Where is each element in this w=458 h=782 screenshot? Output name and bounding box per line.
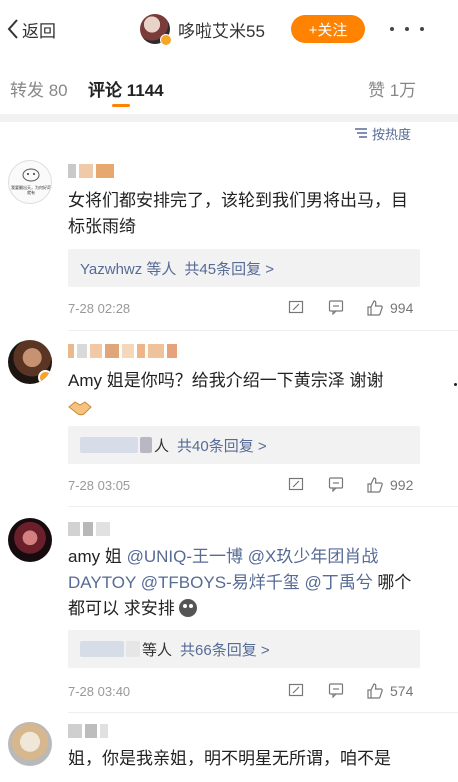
comment-text-body: Amy 姐是你吗？给我介绍一下黄宗泽 谢谢 (68, 371, 384, 390)
reply-count[interactable]: 共45条回复 > (184, 258, 274, 279)
avatar[interactable]: 我要翻出天，为何好奇就有 (8, 160, 52, 204)
reply-count[interactable]: 共40条回复 > (177, 435, 267, 456)
reply-users[interactable]: 人 (154, 435, 169, 456)
like-button[interactable]: 574 (366, 682, 413, 700)
commenter-name-blurred[interactable] (68, 520, 110, 538)
comment-time: 7-28 03:40 (68, 684, 131, 699)
more-dots-icon[interactable] (390, 18, 424, 40)
comment-meta: 7-28 02:28 994 (68, 299, 424, 319)
mention-link[interactable]: @TFBOYS-易烊千玺 (141, 573, 300, 592)
thumb-up-icon (367, 683, 383, 699)
tab-repost[interactable]: 转发 80 (10, 76, 68, 101)
tab-likes[interactable]: 赞 1万 (368, 76, 416, 101)
comment-text: amy 姐 @UNIQ-王一博 @X玖少年团肖战 DAYTOY @TFBOYS-… (68, 544, 424, 622)
mention-link[interactable]: @丁禹兮 (304, 573, 372, 592)
reply-user-blurred (80, 641, 124, 657)
comment-time: 7-28 02:28 (68, 301, 131, 316)
comment-icon[interactable] (328, 682, 344, 698)
reply-preview[interactable]: 等人 共66条回复 > (68, 630, 420, 668)
verified-badge-icon (38, 370, 52, 384)
avatar[interactable] (8, 340, 52, 384)
verified-badge-icon (160, 34, 172, 46)
surprised-emoji-icon (179, 599, 198, 617)
comment-icon[interactable] (328, 299, 344, 315)
follow-button[interactable]: +关注 (291, 15, 365, 43)
divider (68, 330, 458, 331)
section-gap (0, 114, 458, 122)
like-count: 574 (390, 683, 414, 699)
reply-preview[interactable]: 人 共40条回复 > (68, 426, 420, 464)
like-count: 994 (390, 300, 414, 316)
user-name[interactable]: 哆啦艾米55 (178, 17, 265, 42)
repost-icon[interactable] (288, 682, 304, 698)
comment-time: 7-28 03:05 (68, 478, 131, 493)
like-count: 992 (390, 477, 414, 493)
sort-icon (355, 128, 367, 138)
top-bar: 返回 哆啦艾米55 +关注 (0, 0, 458, 58)
sort-label: 按热度 (372, 126, 412, 142)
avatar-caption: 我要翻出天，为何好奇就有 (11, 185, 51, 195)
user-avatar[interactable] (140, 14, 172, 46)
handshake-emoji-icon (68, 398, 92, 418)
reply-count[interactable]: 共66条回复 > (180, 639, 270, 660)
stray-dot (454, 383, 457, 386)
commenter-name-blurred[interactable] (68, 342, 177, 360)
thumb-up-icon (367, 300, 383, 316)
comment-text: Amy 姐是你吗？给我介绍一下黄宗泽 谢谢 (68, 368, 424, 418)
comment-meta: 7-28 03:40 574 (68, 682, 424, 702)
repost-icon[interactable] (288, 299, 304, 315)
comment-icon[interactable] (328, 476, 344, 492)
commenter-name-blurred[interactable] (68, 162, 114, 180)
sort-toggle[interactable]: 按热度 (354, 124, 411, 142)
avatar[interactable] (8, 722, 52, 766)
tab-bar: 转发 80 评论 1144 赞 1万 (0, 58, 458, 114)
repost-icon[interactable] (288, 476, 304, 492)
divider (68, 506, 458, 507)
reply-user-blurred (80, 437, 138, 453)
thumb-up-icon (367, 477, 383, 493)
comment-text: 姐，你是我亲姐，明不明星无所谓，咱不是 (68, 749, 391, 768)
mention-link[interactable]: @UNIQ-王一博 (127, 547, 243, 566)
avatar[interactable] (8, 518, 52, 562)
reply-preview[interactable]: Yazwhwz 等人 共45条回复 > (68, 249, 420, 287)
comment-text-part: amy 姐 (68, 547, 127, 566)
sheep-avatar-icon (22, 168, 40, 182)
chevron-left-icon (7, 19, 18, 39)
active-tab-indicator (112, 104, 130, 107)
reply-user-blurred (126, 641, 140, 657)
reply-users[interactable]: Yazwhwz 等人 (80, 258, 176, 279)
like-button[interactable]: 992 (366, 476, 413, 494)
divider (68, 712, 458, 713)
comment-text: 女将们都安排完了，该轮到我们男将出马，目标张雨绮 (68, 191, 408, 236)
comment-meta: 7-28 03:05 992 (68, 476, 424, 496)
reply-user-blurred (140, 437, 152, 453)
commenter-name-blurred[interactable] (68, 722, 108, 740)
tab-comments[interactable]: 评论 1144 (88, 76, 164, 101)
back-label: 返回 (22, 21, 56, 41)
user-header[interactable]: 哆啦艾米55 (140, 12, 265, 46)
back-button[interactable]: 返回 (6, 14, 56, 44)
like-button[interactable]: 994 (366, 299, 413, 317)
reply-users[interactable]: 等人 (142, 639, 172, 660)
